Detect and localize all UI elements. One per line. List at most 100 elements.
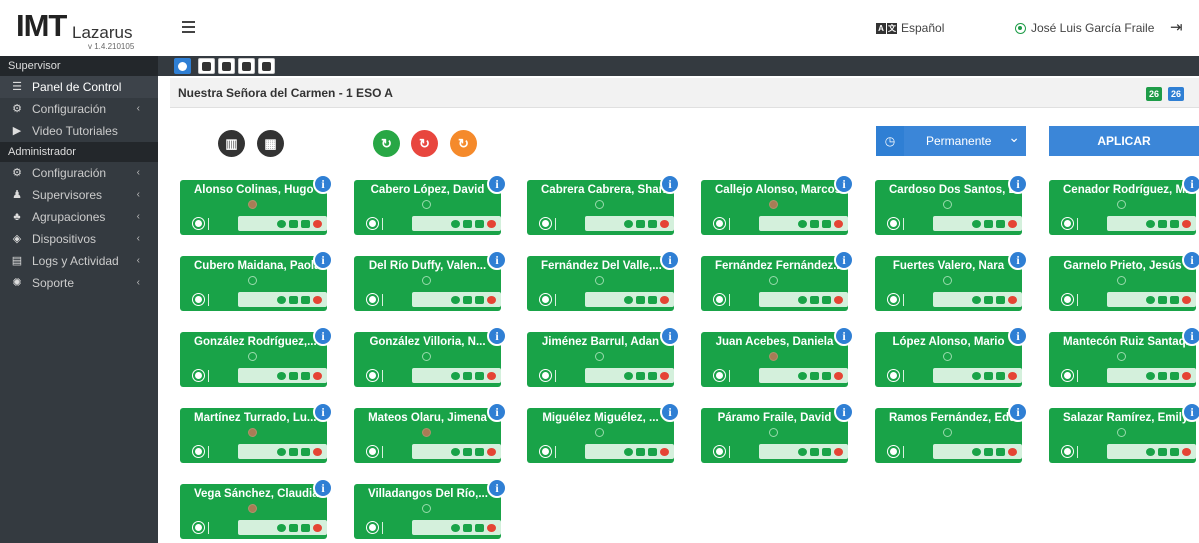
chrome-icon[interactable]: [367, 294, 378, 305]
video-icon[interactable]: [475, 219, 484, 228]
student-card[interactable]: Fernández Fernández... i: [701, 250, 854, 311]
student-card[interactable]: Cabrera Cabrera, Shan... i: [527, 174, 680, 235]
student-card[interactable]: Fuertes Valero, Nara i: [875, 250, 1028, 311]
student-card[interactable]: Villadangos Del Río,... i: [354, 478, 507, 539]
camera-icon[interactable]: [289, 371, 298, 380]
chrome-icon[interactable]: [540, 294, 551, 305]
info-icon[interactable]: i: [487, 478, 507, 498]
chrome-icon[interactable]: [714, 294, 725, 305]
duration-select[interactable]: ◷ Permanente: [876, 122, 1026, 156]
web-icon[interactable]: [277, 295, 286, 304]
info-icon[interactable]: i: [487, 250, 507, 270]
video-icon[interactable]: [996, 371, 1005, 380]
student-card[interactable]: Garnelo Prieto, Jesús i: [1049, 250, 1199, 311]
camera-icon[interactable]: [289, 295, 298, 304]
duration-value[interactable]: Permanente: [904, 122, 1026, 156]
chat-icon[interactable]: [1182, 219, 1191, 228]
web-icon[interactable]: [451, 219, 460, 228]
camera-icon[interactable]: [810, 371, 819, 380]
chrome-icon[interactable]: [193, 446, 204, 457]
info-icon[interactable]: i: [1182, 326, 1199, 346]
chat-icon[interactable]: [487, 219, 496, 228]
info-icon[interactable]: i: [487, 174, 507, 194]
camera-icon[interactable]: [636, 219, 645, 228]
grid-view-button[interactable]: ▦: [257, 130, 284, 157]
web-icon[interactable]: [277, 447, 286, 456]
student-card[interactable]: Del Río Duffy, Valen... i: [354, 250, 507, 311]
video-icon[interactable]: [301, 447, 310, 456]
student-card[interactable]: Cardoso Dos Santos, L... i: [875, 174, 1028, 235]
camera-icon[interactable]: [463, 523, 472, 532]
video-icon[interactable]: [1170, 295, 1179, 304]
chrome-icon[interactable]: [193, 522, 204, 533]
web-icon[interactable]: [798, 295, 807, 304]
video-icon[interactable]: [648, 295, 657, 304]
camera-icon[interactable]: [810, 295, 819, 304]
chat-icon[interactable]: [313, 447, 322, 456]
chrome-icon[interactable]: [193, 218, 204, 229]
video-icon[interactable]: [996, 447, 1005, 456]
student-card[interactable]: Martínez Turrado, Lu... i: [180, 402, 333, 463]
chat-icon[interactable]: [487, 371, 496, 380]
student-card[interactable]: González Villoria, N... i: [354, 326, 507, 387]
web-icon[interactable]: [624, 295, 633, 304]
refresh-orange-button[interactable]: ↻: [450, 130, 477, 157]
chrome-icon[interactable]: [888, 294, 899, 305]
info-icon[interactable]: i: [834, 402, 854, 422]
chat-icon[interactable]: [487, 523, 496, 532]
chrome-icon[interactable]: [1062, 294, 1073, 305]
chat-icon[interactable]: [1182, 447, 1191, 456]
info-icon[interactable]: i: [1008, 326, 1028, 346]
chrome-view-tab[interactable]: [258, 58, 275, 74]
chat-icon[interactable]: [1008, 447, 1017, 456]
chrome-icon[interactable]: [367, 446, 378, 457]
info-icon[interactable]: i: [1008, 250, 1028, 270]
web-icon[interactable]: [1146, 219, 1155, 228]
chrome-icon[interactable]: [540, 218, 551, 229]
chat-icon[interactable]: [1008, 371, 1017, 380]
student-card[interactable]: Callejo Alonso, Marcos i: [701, 174, 854, 235]
refresh-red-button[interactable]: ↻: [411, 130, 438, 157]
camera-icon[interactable]: [984, 295, 993, 304]
student-card[interactable]: Cenador Rodríguez, M... i: [1049, 174, 1199, 235]
chrome-icon[interactable]: [367, 218, 378, 229]
camera-icon[interactable]: [289, 219, 298, 228]
web-icon[interactable]: [451, 447, 460, 456]
camera-icon[interactable]: [636, 371, 645, 380]
chrome-icon[interactable]: [540, 446, 551, 457]
video-icon[interactable]: [475, 447, 484, 456]
chat-icon[interactable]: [660, 371, 669, 380]
student-card[interactable]: Ramos Fernández, Edu... i: [875, 402, 1028, 463]
camera-icon[interactable]: [810, 447, 819, 456]
student-card[interactable]: Páramo Fraile, David i: [701, 402, 854, 463]
camera-icon[interactable]: [984, 447, 993, 456]
chrome-icon[interactable]: [1062, 370, 1073, 381]
info-icon[interactable]: i: [660, 402, 680, 422]
language-selector[interactable]: A文 Español: [876, 21, 944, 35]
web-icon[interactable]: [798, 447, 807, 456]
chat-view-tab[interactable]: [238, 58, 255, 74]
web-icon[interactable]: [277, 219, 286, 228]
video-icon[interactable]: [475, 295, 484, 304]
chat-icon[interactable]: [1182, 295, 1191, 304]
info-icon[interactable]: i: [660, 174, 680, 194]
camera-icon[interactable]: [636, 447, 645, 456]
web-icon[interactable]: [1146, 371, 1155, 380]
web-icon[interactable]: [451, 371, 460, 380]
web-icon[interactable]: [972, 295, 981, 304]
info-icon[interactable]: i: [487, 402, 507, 422]
chat-icon[interactable]: [660, 447, 669, 456]
web-icon[interactable]: [277, 371, 286, 380]
chat-icon[interactable]: [834, 219, 843, 228]
info-icon[interactable]: i: [313, 326, 333, 346]
info-icon[interactable]: i: [313, 250, 333, 270]
info-icon[interactable]: i: [313, 174, 333, 194]
chrome-icon[interactable]: [1062, 218, 1073, 229]
refresh-green-button[interactable]: ↻: [373, 130, 400, 157]
video-icon[interactable]: [1170, 219, 1179, 228]
camera-icon[interactable]: [1158, 447, 1167, 456]
video-icon[interactable]: [1170, 371, 1179, 380]
web-icon[interactable]: [798, 371, 807, 380]
video-icon[interactable]: [822, 447, 831, 456]
camera-icon[interactable]: [984, 219, 993, 228]
